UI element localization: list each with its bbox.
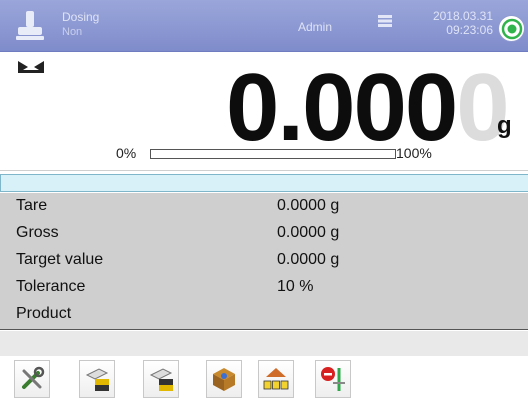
packages-icon — [263, 368, 289, 390]
date-time[interactable]: 2018.03.31 09:23:06 — [375, 9, 493, 37]
bargraph — [150, 149, 396, 159]
weighing-result: 0.0000 — [226, 58, 510, 158]
weighing-display: 0.0000 g 0% 100% — [0, 52, 528, 171]
message-bar — [0, 331, 528, 356]
settings-tools-icon — [22, 366, 45, 389]
tare-icon — [85, 368, 109, 391]
info-panel: Tare 0.0000 g Gross 0.0000 g Target valu… — [0, 193, 528, 330]
info-value: 0.0000 g — [277, 197, 340, 214]
info-row-tolerance: Tolerance 10 % — [0, 278, 528, 300]
tare-button[interactable] — [79, 360, 115, 398]
packages-button[interactable] — [258, 360, 294, 398]
progress-strip — [0, 174, 528, 192]
status-indicator-icon — [501, 18, 523, 40]
info-row-tare: Tare 0.0000 g — [0, 197, 528, 219]
stability-marker-icon — [18, 61, 44, 73]
stop-dosing-button[interactable] — [315, 360, 351, 398]
dosing-mode-icon[interactable] — [14, 9, 46, 43]
info-value: 0.0000 g — [277, 251, 340, 268]
info-label: Gross — [16, 224, 59, 241]
bargraph-min-label: 0% — [116, 145, 137, 161]
tare-clear-icon — [149, 368, 173, 391]
info-value: 10 % — [277, 278, 314, 295]
result-last-digit: 0 — [456, 54, 509, 161]
time-line: 09:23:06 — [446, 23, 493, 37]
mode-subtitle: Non — [62, 26, 83, 38]
date-line: 2018.03.31 — [432, 9, 493, 23]
info-row-target-value: Target value 0.0000 g — [0, 251, 528, 273]
info-row-gross: Gross 0.0000 g — [0, 224, 528, 246]
info-value: 0.0000 g — [277, 224, 340, 241]
product-database-button[interactable] — [206, 360, 242, 398]
info-row-product: Product — [0, 305, 528, 327]
settings-button[interactable] — [14, 360, 50, 398]
function-toolbar — [0, 356, 528, 401]
bargraph-max-label: 100% — [396, 145, 432, 161]
tare-clear-button[interactable] — [143, 360, 179, 398]
weight-unit[interactable]: g — [497, 112, 512, 140]
info-label: Tolerance — [16, 278, 86, 295]
status-header: Dosing Non Admin 2018.03.31 09:23:06 — [0, 0, 528, 52]
user-name[interactable]: Admin — [298, 20, 332, 34]
mode-name: Dosing — [62, 10, 100, 24]
info-label: Target value — [16, 251, 104, 268]
info-label: Tare — [16, 197, 48, 214]
info-label: Product — [16, 305, 72, 322]
stop-dosing-icon — [321, 367, 345, 391]
product-database-icon — [213, 368, 235, 391]
status-button[interactable] — [498, 15, 525, 42]
